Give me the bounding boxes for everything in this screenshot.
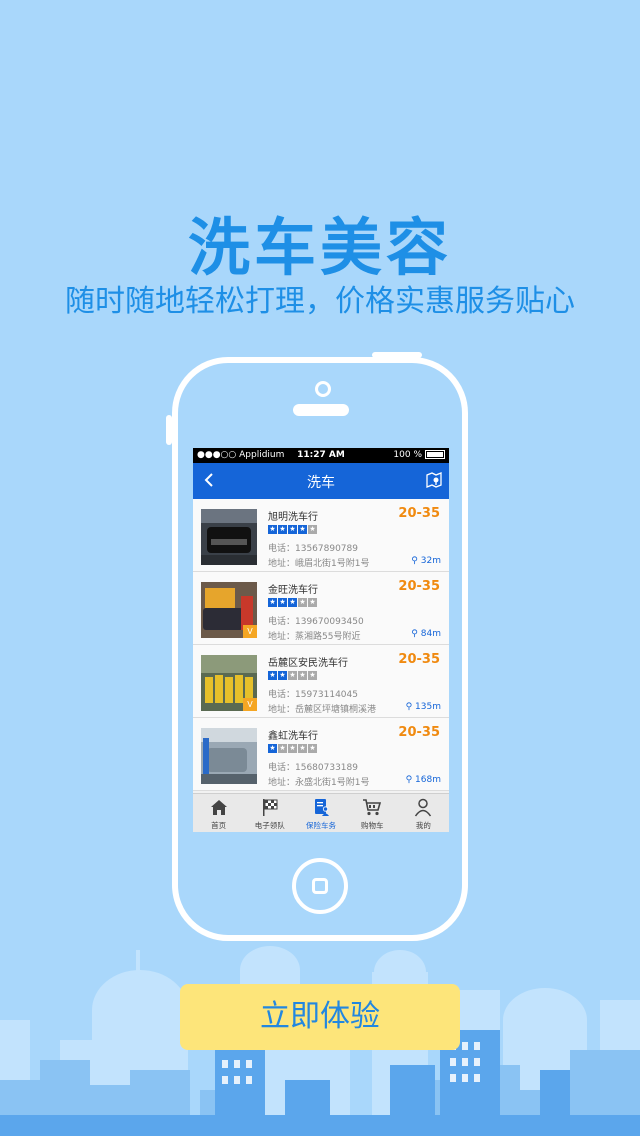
checkered-flag-icon [262,799,278,816]
tab-guide[interactable]: 电子领队 [244,794,295,832]
shop-name: 鑫虹洗车行 [268,731,318,742]
location-pin-icon: ⚲ [411,556,418,566]
star-icon [268,524,277,534]
tab-me[interactable]: 我的 [398,794,449,832]
tab-insurance[interactable]: 保险车务 [295,794,346,832]
map-pin-icon[interactable] [425,470,443,490]
shop-list: 旭明洗车行 20-35 电话：13567890789 地址：峨眉北街1号附1号 … [193,499,449,791]
star-icon [268,670,277,680]
shop-phone: 电话：15680733189 [268,763,358,773]
verified-badge: V [243,625,257,638]
shop-list-item[interactable]: 鑫虹洗车行 20-35 电话：15680733189 地址：永盛北街1号附1号 … [193,718,449,791]
shop-phone: 电话：139670093450 [268,617,364,627]
shop-name: 岳麓区安民洗车行 [268,658,348,669]
star-icon [298,597,307,607]
shop-list-item[interactable]: V 岳麓区安民洗车行 20-35 电话：15973114045 地址：岳麓区坪塘… [193,645,449,718]
tab-label: 首页 [211,821,227,830]
shop-address: 地址：蒸湘路55号附近 [268,632,361,642]
nav-bar: 洗车 [193,463,449,499]
phone-volume-button [166,415,172,445]
star-icon [288,670,297,680]
star-icon [288,597,297,607]
phone-home-button[interactable] [292,858,348,914]
star-icon [308,743,317,753]
location-pin-icon: ⚲ [411,629,418,639]
distance-value: 168m [415,775,441,785]
shop-photo [201,509,257,565]
shop-list-item[interactable]: 旭明洗车行 20-35 电话：13567890789 地址：峨眉北街1号附1号 … [193,499,449,572]
shop-distance: ⚲ 32m [411,556,441,566]
shop-price: 20-35 [398,506,440,521]
star-icon [278,743,287,753]
battery-status: 100 % [393,448,445,463]
star-icon [308,524,317,534]
shop-phone: 电话：15973114045 [268,690,358,700]
shop-address: 地址：永盛北街1号附1号 [268,778,370,788]
star-icon [308,670,317,680]
tab-label: 保险车务 [306,821,336,830]
document-user-icon [315,799,329,816]
tab-label: 电子领队 [254,821,285,830]
distance-value: 135m [415,702,441,712]
tab-home[interactable]: 首页 [193,794,244,832]
shop-list-item[interactable]: V 金旺洗车行 20-35 电话：139670093450 地址：蒸湘路55号附… [193,572,449,645]
battery-percent: 100 % [393,450,422,460]
shop-photo [201,728,257,784]
star-icon [278,670,287,680]
star-icon [298,743,307,753]
star-icon [268,743,277,753]
star-icon [298,524,307,534]
star-icon [278,524,287,534]
shop-name: 金旺洗车行 [268,585,318,596]
try-now-button[interactable]: 立即体验 [180,984,460,1050]
rating-stars [268,524,318,535]
phone-camera [315,381,331,397]
rating-stars [268,597,318,608]
cart-icon [363,799,382,816]
home-icon [210,800,227,815]
phone-power-button [372,352,422,358]
bottom-tab-bar: 首页 电子领队 保险车务 购物车 我的 [193,793,449,832]
tab-label: 购物车 [360,821,384,830]
star-icon [288,524,297,534]
star-icon [268,597,277,607]
shop-name: 旭明洗车行 [268,512,318,523]
rating-stars [268,743,318,754]
star-icon [278,597,287,607]
distance-value: 32m [420,556,441,566]
shop-address: 地址：岳麓区坪塘镇桐溪港 [268,705,377,715]
hero-title: 洗车美容 [187,211,452,284]
star-icon [288,743,297,753]
hero-subtitle: 随时随地轻松打理，价格实惠服务贴心 [65,284,575,319]
status-bar: ●●●○○ Applidium 11:27 AM 100 % [193,448,449,463]
shop-distance: ⚲ 168m [406,775,441,785]
tab-cart[interactable]: 购物车 [347,794,398,832]
battery-icon [425,450,445,459]
distance-value: 84m [420,629,441,639]
shop-distance: ⚲ 84m [411,629,441,639]
shop-price: 20-35 [398,579,440,594]
rating-stars [268,670,318,681]
nav-title: 洗车 [307,475,335,491]
shop-phone: 电话：13567890789 [268,544,358,554]
verified-badge: V [243,698,257,711]
shop-price: 20-35 [398,725,440,740]
app-screen: ●●●○○ Applidium 11:27 AM 100 % 洗车 旭明洗车行 [193,448,449,832]
shop-address: 地址：峨眉北街1号附1号 [268,559,370,569]
person-icon [415,798,432,817]
shop-distance: ⚲ 135m [406,702,441,712]
location-pin-icon: ⚲ [405,702,413,712]
tab-label: 我的 [415,821,431,830]
location-pin-icon: ⚲ [405,775,413,785]
phone-speaker [293,404,349,416]
star-icon [298,670,307,680]
star-icon [308,597,317,607]
shop-price: 20-35 [398,652,440,667]
